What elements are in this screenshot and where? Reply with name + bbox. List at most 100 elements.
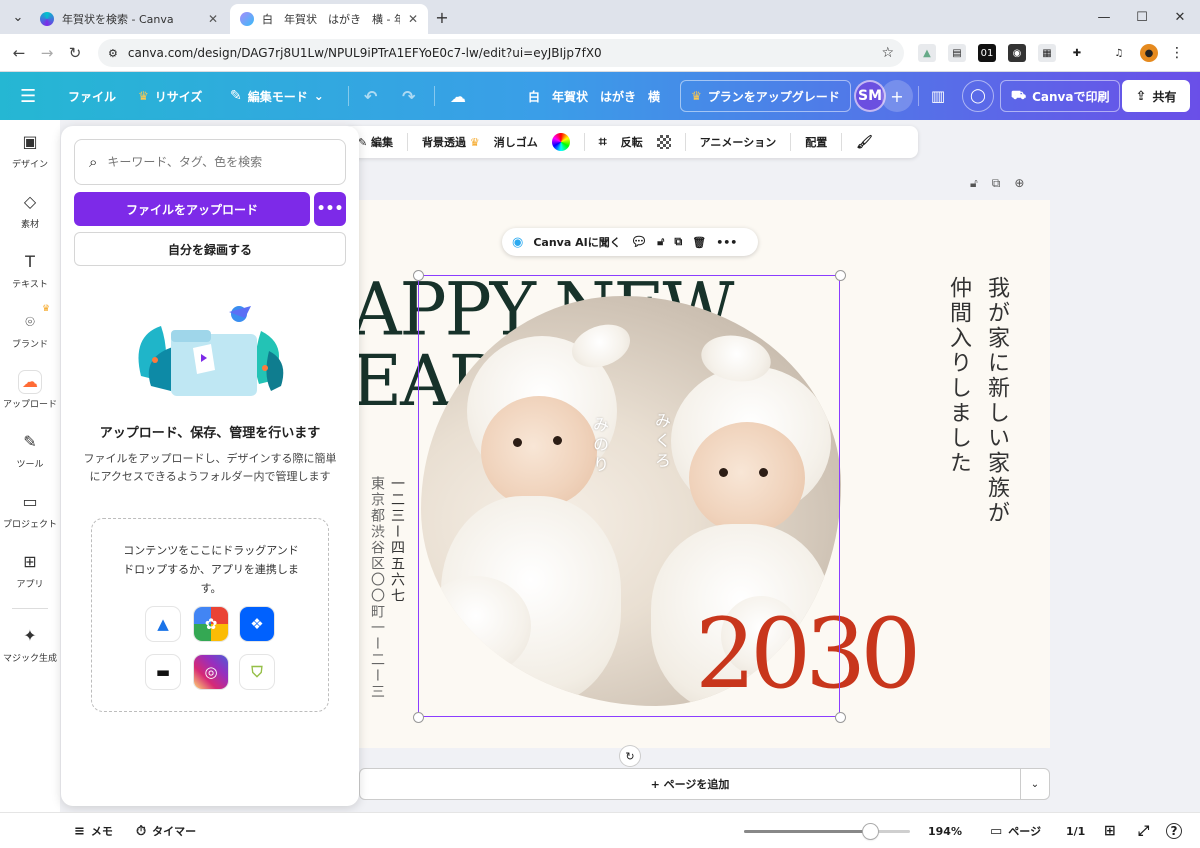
more-options-icon[interactable]: •••	[716, 236, 737, 249]
design-page[interactable]: APPY NEW EAR 一二三ー四五六七 東京都渋谷区〇〇町一ー二ー三 みのり…	[359, 200, 1050, 748]
close-window-icon[interactable]: ✕	[1166, 6, 1194, 28]
reload-icon[interactable]: ↻	[64, 42, 86, 64]
add-page-button[interactable]: + ページを追加	[359, 768, 1021, 800]
zoom-level[interactable]: 194%	[928, 813, 962, 848]
hamburger-menu-icon[interactable]: ☰	[20, 72, 36, 120]
google-photos-icon[interactable]: ✿	[194, 607, 228, 641]
rotate-handle-icon[interactable]: ↻	[620, 746, 640, 766]
extension-01-icon[interactable]: 01	[978, 44, 996, 62]
close-tab-icon[interactable]: ✕	[408, 12, 418, 26]
resize-button[interactable]: ♛ リサイズ	[138, 72, 202, 120]
zoom-slider-knob[interactable]	[863, 824, 879, 839]
back-icon[interactable]: ←	[8, 42, 30, 64]
flip-button[interactable]: 反転	[621, 134, 643, 150]
google-drive-icon[interactable]: ▲	[146, 607, 180, 641]
zoom-slider[interactable]	[744, 824, 910, 839]
help-icon[interactable]: ?	[1166, 813, 1182, 848]
background-remove-button[interactable]: 背景透過 ♛	[422, 134, 480, 150]
rail-item-magic[interactable]: ✦ マジック生成	[0, 614, 60, 674]
maximize-icon[interactable]: ☐	[1128, 6, 1156, 28]
fullscreen-icon[interactable]: ⤢	[1138, 813, 1149, 848]
dropbox-icon[interactable]: ❖	[240, 607, 274, 641]
search-input[interactable]	[107, 155, 331, 169]
animation-button[interactable]: アニメーション	[700, 134, 777, 150]
add-page-icon[interactable]: ⊕	[1014, 176, 1024, 194]
color-wheel-icon[interactable]	[551, 133, 570, 151]
document-title[interactable]: 白 年賀状 はがき 横	[528, 72, 660, 120]
record-yourself-button[interactable]: 自分を録画する	[74, 232, 346, 266]
browser-menu-icon[interactable]: ⋮	[1168, 44, 1186, 62]
extension-twitter-icon[interactable]: ▲	[918, 44, 936, 62]
duplicate-icon[interactable]: ⧉	[674, 235, 682, 249]
rail-item-elements[interactable]: ◇ 素材	[0, 180, 60, 240]
minimize-icon[interactable]: —	[1090, 6, 1118, 28]
comment-add-icon[interactable]: 💬︎	[631, 235, 648, 250]
duplicate-page-icon[interactable]: ⧉	[992, 176, 1001, 194]
eraser-button[interactable]: 消しゴム	[494, 134, 538, 150]
rail-item-brand[interactable]: ⌾ ブランド ♛	[0, 300, 60, 360]
canva-ai-button[interactable]: Canva AIに聞く	[533, 234, 620, 250]
share-button[interactable]: ⇪ 共有	[1122, 80, 1190, 112]
add-page-dropdown-icon[interactable]: ⌄	[1021, 768, 1050, 800]
extension-reader-icon[interactable]: ▦	[1038, 44, 1056, 62]
resize-handle[interactable]	[413, 270, 424, 281]
more-upload-options-icon[interactable]: •••	[314, 192, 346, 226]
edit-mode-dropdown[interactable]: ✎ 編集モード ⌄	[230, 72, 324, 120]
upload-files-button[interactable]: ファイルをアップロード	[74, 192, 310, 226]
box-icon[interactable]: ▬	[146, 655, 180, 689]
cloud-saved-icon[interactable]: ☁	[450, 72, 466, 120]
instagram-icon[interactable]: ◎	[194, 655, 228, 689]
resize-handle[interactable]	[835, 712, 846, 723]
address-vertical-text[interactable]: 一二三ー四五六七 東京都渋谷区〇〇町一ー二ー三	[367, 476, 407, 700]
address-bar[interactable]: ⚙ canva.com/design/DAG7rj8U1Lw/NPUL9iPTr…	[98, 39, 904, 67]
page-count[interactable]: 1/1	[1066, 813, 1085, 848]
upgrade-plan-button[interactable]: ♛ プランをアップグレード	[680, 80, 851, 112]
new-tab-icon[interactable]: +	[428, 6, 456, 28]
redo-icon[interactable]: ↷	[402, 72, 415, 120]
baby-name-left[interactable]: みのり	[587, 416, 611, 476]
rail-item-tools[interactable]: ✎ ツール	[0, 420, 60, 480]
grid-view-icon[interactable]: ⊞	[1104, 813, 1116, 848]
tab-search-dropdown-icon[interactable]: ⌄	[4, 6, 32, 28]
copy-style-icon[interactable]: 🖌︎	[856, 135, 873, 150]
pages-button[interactable]: ▭ ページ	[990, 813, 1041, 848]
forward-icon[interactable]: →	[36, 42, 58, 64]
media-control-icon[interactable]: ♫	[1110, 44, 1128, 62]
close-tab-icon[interactable]: ✕	[208, 12, 218, 26]
extension-record-icon[interactable]: ◉	[1008, 44, 1026, 62]
rail-item-upload[interactable]: ☁ アップロード	[0, 360, 60, 420]
resize-handle[interactable]	[835, 270, 846, 281]
crop-icon[interactable]: ⌗	[599, 134, 607, 150]
rail-item-folder[interactable]: ▭ プロジェクト	[0, 480, 60, 540]
invite-plus-icon[interactable]: +	[881, 80, 913, 112]
position-button[interactable]: 配置	[805, 134, 827, 150]
undo-icon[interactable]: ↶	[364, 72, 377, 120]
shopify-icon[interactable]: ⛉	[240, 655, 274, 689]
print-with-canva-button[interactable]: ⛟ Canvaで印刷	[1000, 80, 1121, 112]
search-field[interactable]: ⌕	[74, 139, 346, 185]
rail-item-design[interactable]: ▣ デザイン	[0, 120, 60, 180]
baby-name-right[interactable]: みくろ	[649, 412, 673, 472]
bookmark-star-icon[interactable]: ☆	[881, 45, 894, 61]
browser-tab-design[interactable]: 白 年賀状 はがき 横 - 年賀状 ✕	[230, 4, 428, 34]
trash-icon[interactable]: 🗑︎	[692, 236, 706, 249]
rail-item-apps[interactable]: ⊞ アプリ	[0, 540, 60, 600]
lock-icon[interactable]: 🔓︎	[970, 176, 978, 194]
message-vertical-text[interactable]: 我が家に新しい家族が仲間入りしました	[939, 276, 1015, 526]
rail-item-text[interactable]: T テキスト	[0, 240, 60, 300]
insights-chart-icon[interactable]: ▥	[922, 80, 954, 112]
file-menu-button[interactable]: ファイル	[68, 72, 116, 120]
comment-icon[interactable]: ◯	[962, 80, 994, 112]
drop-zone[interactable]: コンテンツをここにドラッグアンドドロップするか、アプリを連携します。 ▲ ✿ ❖…	[91, 518, 329, 712]
lock-icon[interactable]: 🔓︎	[657, 235, 664, 249]
site-info-icon[interactable]: ⚙	[108, 47, 118, 60]
resize-handle[interactable]	[413, 712, 424, 723]
year-text[interactable]: 2030	[695, 598, 921, 710]
browser-tab-search[interactable]: 年賀状を検索 - Canva ✕	[30, 4, 228, 34]
extensions-puzzle-icon[interactable]: ✚	[1068, 44, 1086, 62]
transparency-icon[interactable]	[656, 135, 671, 149]
notes-button[interactable]: ≡ メモ	[74, 813, 113, 848]
profile-avatar-icon[interactable]: ●	[1140, 44, 1158, 62]
extension-screen-icon[interactable]: ▤	[948, 44, 966, 62]
timer-button[interactable]: ⏱︎ タイマー	[136, 813, 196, 848]
